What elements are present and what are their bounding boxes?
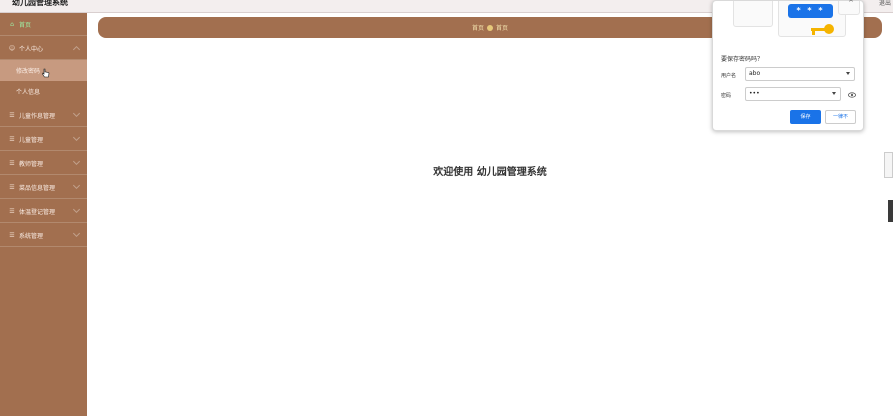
side-panel-tab[interactable]: [884, 152, 893, 178]
sidebar-subitem-personal-info[interactable]: 个人信息: [0, 81, 87, 102]
breadcrumb-root[interactable]: 首页: [472, 23, 484, 32]
home-icon: ⌂: [10, 20, 14, 28]
sidebar-item-child-schedule[interactable]: ☰ 儿童作息管理: [0, 104, 87, 127]
sidebar-item-system[interactable]: ☰ 系统管理: [0, 224, 87, 247]
chevron-down-icon: [72, 157, 81, 166]
side-panel-handle[interactable]: [888, 200, 893, 222]
illustration-frame: [733, 1, 773, 27]
breadcrumb-current: 首页: [496, 25, 509, 32]
breadcrumb-separator-icon: [487, 24, 493, 31]
list-icon: ☰: [9, 159, 15, 167]
password-illustration: * * *: [713, 1, 863, 46]
dropdown-caret-icon[interactable]: [846, 72, 850, 75]
sidebar-item-label: 个人中心: [19, 45, 44, 53]
password-label: 密码: [721, 93, 732, 99]
chevron-down-icon: [72, 181, 81, 190]
password-field[interactable]: •••: [745, 87, 841, 101]
sidebar-item-home[interactable]: ⌂ 首页: [0, 13, 87, 36]
sidebar-item-label: 首页: [19, 21, 32, 29]
sidebar-item-dishes[interactable]: ☰ 菜品信息管理: [0, 176, 87, 199]
sidebar-item-personal-center[interactable]: ☺ 个人中心: [0, 37, 87, 60]
sidebar-item-label: 体温登记管理: [19, 208, 56, 216]
sidebar-item-label: 儿童管理: [19, 136, 44, 144]
popup-title: 要保存密码吗？: [721, 56, 764, 63]
welcome-message: 欢迎使用 幼儿园管理系统: [433, 167, 547, 178]
close-icon[interactable]: ⌃: [845, 0, 857, 11]
sidebar-item-teachers[interactable]: ☰ 教师管理: [0, 152, 87, 175]
list-icon: ☰: [9, 135, 15, 143]
chevron-up-icon: [72, 45, 81, 54]
eye-icon[interactable]: [848, 91, 856, 99]
key-icon: [811, 24, 834, 35]
user-icon: ☺: [8, 44, 16, 52]
save-password-button[interactable]: 保存: [790, 110, 821, 124]
logout-link[interactable]: 退出: [879, 0, 891, 7]
sidebar-item-label: 儿童作息管理: [19, 112, 56, 120]
app-title: 幼儿园管理系统: [12, 0, 68, 7]
chevron-down-icon: [72, 109, 81, 118]
chevron-down-icon: [72, 133, 81, 142]
chevron-down-icon: [72, 205, 81, 214]
sidebar-item-label: 菜品信息管理: [19, 184, 56, 192]
username-field[interactable]: abo: [745, 67, 855, 81]
username-label: 用户名: [721, 73, 737, 79]
sidebar-item-label: 教师管理: [19, 160, 44, 168]
never-save-button[interactable]: 一律不: [825, 110, 856, 124]
dropdown-caret-icon[interactable]: [832, 92, 836, 95]
list-icon: ☰: [9, 183, 15, 191]
password-dots-badge: * * *: [788, 4, 833, 18]
sidebar-item-temperature[interactable]: ☰ 体温登记管理: [0, 200, 87, 223]
list-icon: ☰: [9, 231, 15, 239]
sidebar-item-label: 系统管理: [19, 232, 44, 240]
save-password-popup: * * * ⌃ 要保存密码吗？ 用户名 abo 密码 ••• 保存 一律不: [712, 0, 864, 131]
list-icon: ☰: [9, 111, 15, 119]
hand-cursor-icon: [42, 68, 50, 78]
list-icon: ☰: [9, 207, 15, 215]
chevron-down-icon: [72, 229, 81, 238]
sidebar-item-children[interactable]: ☰ 儿童管理: [0, 128, 87, 151]
